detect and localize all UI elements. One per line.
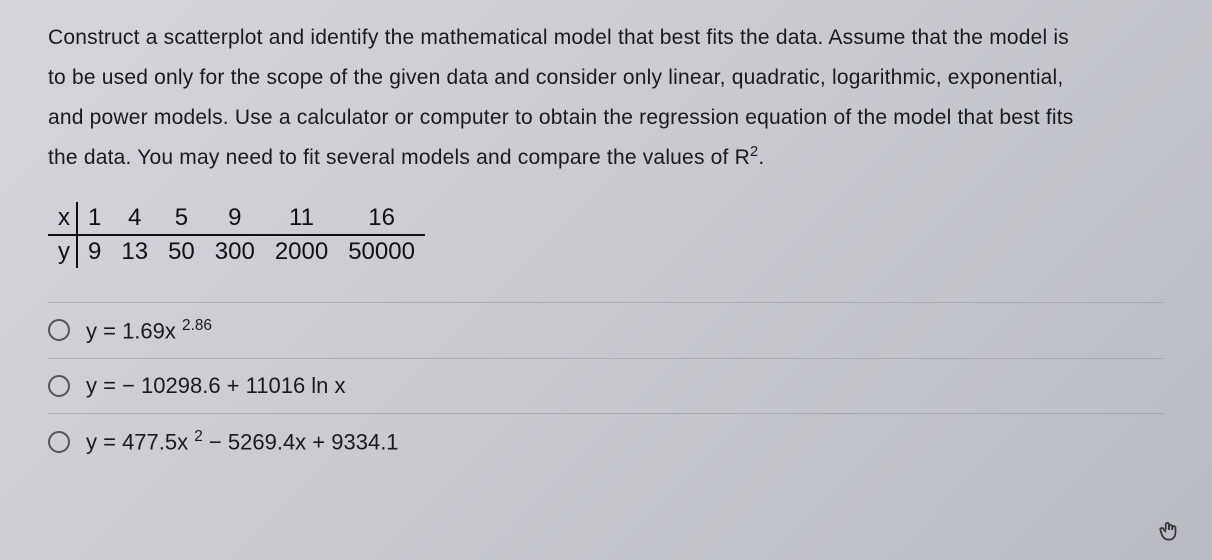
y-val-3: 300 bbox=[205, 235, 265, 268]
y-label: y bbox=[48, 235, 77, 268]
question-page: Construct a scatterplot and identify the… bbox=[0, 0, 1212, 560]
x-val-4: 11 bbox=[265, 202, 338, 235]
data-table: x 1 4 5 9 11 16 y 9 13 50 300 2000 50000 bbox=[48, 202, 425, 268]
x-val-1: 4 bbox=[111, 202, 158, 235]
q-line1: Construct a scatterplot and identify the… bbox=[48, 26, 1069, 49]
x-label: x bbox=[48, 202, 77, 235]
answer-c-post: − 5269.4x + 9334.1 bbox=[203, 429, 399, 454]
answer-option-a[interactable]: y = 1.69x 2.86 bbox=[48, 302, 1164, 358]
y-val-1: 13 bbox=[111, 235, 158, 268]
radio-icon[interactable] bbox=[48, 431, 70, 453]
answer-b-post: − 10298.6 + 11016 ln x bbox=[122, 373, 345, 398]
q-line2: to be used only for the scope of the giv… bbox=[48, 66, 1063, 89]
y-val-5: 50000 bbox=[338, 235, 425, 268]
y-val-0: 9 bbox=[77, 235, 111, 268]
table-row: x 1 4 5 9 11 16 bbox=[48, 202, 425, 235]
answer-c-pre: y = 477.5x bbox=[86, 429, 194, 454]
q-line3: and power models. Use a calculator or co… bbox=[48, 106, 1074, 129]
radio-icon[interactable] bbox=[48, 319, 70, 341]
q-line4b: . bbox=[758, 146, 764, 169]
x-val-2: 5 bbox=[158, 202, 205, 235]
q-line4a: the data. You may need to fit several mo… bbox=[48, 146, 750, 169]
answer-a-formula: y = 1.69x 2.86 bbox=[86, 317, 212, 344]
y-val-4: 2000 bbox=[265, 235, 338, 268]
answer-b-formula: y = − 10298.6 + 11016 ln x bbox=[86, 373, 346, 399]
answer-option-b[interactable]: y = − 10298.6 + 11016 ln x bbox=[48, 358, 1164, 413]
x-val-5: 16 bbox=[338, 202, 425, 235]
y-val-2: 50 bbox=[158, 235, 205, 268]
radio-icon[interactable] bbox=[48, 375, 70, 397]
x-val-3: 9 bbox=[205, 202, 265, 235]
hand-cursor-icon bbox=[1156, 518, 1182, 544]
answer-b-pre: y = bbox=[86, 373, 122, 398]
answer-a-sup: 2.86 bbox=[182, 317, 212, 334]
answer-c-sup: 2 bbox=[194, 428, 203, 445]
answer-option-c[interactable]: y = 477.5x 2 − 5269.4x + 9334.1 bbox=[48, 413, 1164, 469]
question-text: Construct a scatterplot and identify the… bbox=[48, 18, 1164, 178]
x-val-0: 1 bbox=[77, 202, 111, 235]
table-row: y 9 13 50 300 2000 50000 bbox=[48, 235, 425, 268]
answer-c-formula: y = 477.5x 2 − 5269.4x + 9334.1 bbox=[86, 428, 399, 455]
answer-a-pre: y = 1.69x bbox=[86, 318, 182, 343]
answer-list: y = 1.69x 2.86 y = − 10298.6 + 11016 ln … bbox=[48, 302, 1164, 470]
